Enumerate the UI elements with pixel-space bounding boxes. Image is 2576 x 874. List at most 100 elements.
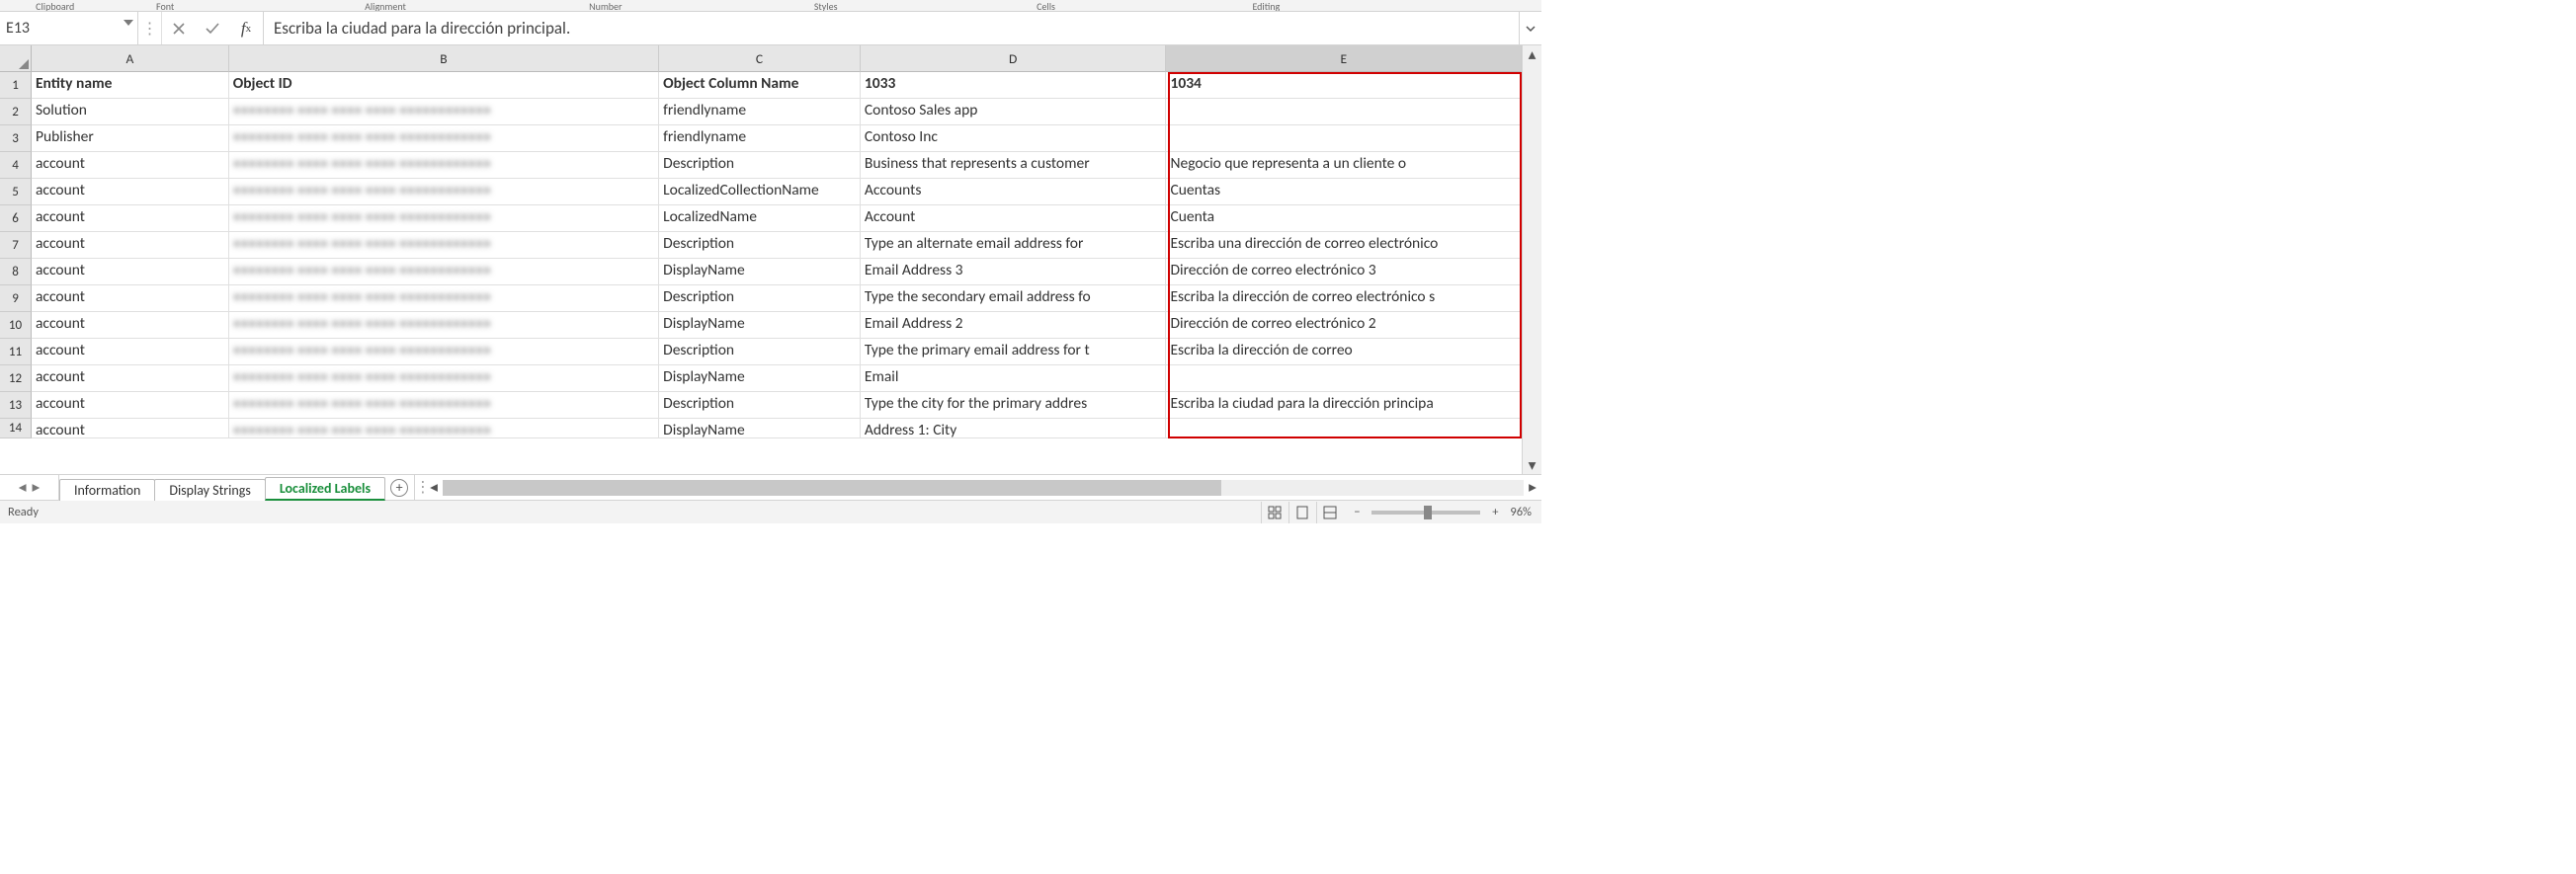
cell[interactable]: 1034: [1166, 72, 1522, 99]
cell[interactable]: •••••••• •••• •••• •••• ••••••••••••: [229, 259, 659, 285]
name-box-resize-handle[interactable]: ⋮: [138, 12, 162, 44]
cell[interactable]: Dirección de correo electrónico 3: [1166, 259, 1522, 285]
cell[interactable]: Type the secondary email address fo: [861, 285, 1167, 312]
cell[interactable]: •••••••• •••• •••• •••• ••••••••••••: [229, 152, 659, 179]
cell[interactable]: DisplayName: [659, 312, 861, 339]
cell[interactable]: account: [32, 232, 229, 259]
cell[interactable]: Negocio que representa a un cliente o: [1166, 152, 1522, 179]
row-number[interactable]: 4: [0, 152, 32, 179]
cell[interactable]: •••••••• •••• •••• •••• ••••••••••••: [229, 392, 659, 419]
cell[interactable]: 1033: [861, 72, 1167, 99]
row-number[interactable]: 12: [0, 365, 32, 392]
cell[interactable]: •••••••• •••• •••• •••• ••••••••••••: [229, 125, 659, 152]
zoom-in-button[interactable]: +: [1488, 505, 1502, 519]
cell[interactable]: Description: [659, 232, 861, 259]
row-number[interactable]: 9: [0, 285, 32, 312]
column-header[interactable]: B: [229, 45, 659, 72]
cell[interactable]: Address 1: City: [861, 419, 1167, 438]
cell[interactable]: Email Address 3: [861, 259, 1167, 285]
zoom-slider[interactable]: [1371, 511, 1480, 515]
row-number[interactable]: 3: [0, 125, 32, 152]
cell[interactable]: LocalizedCollectionName: [659, 179, 861, 205]
cell[interactable]: [1166, 99, 1522, 125]
cell[interactable]: Escriba la dirección de correo: [1166, 339, 1522, 365]
row-number[interactable]: 7: [0, 232, 32, 259]
cell[interactable]: DisplayName: [659, 419, 861, 438]
spreadsheet-grid[interactable]: 1 2 3 4 5 6 7 8 9 10 11 12 13 14 A B C D…: [0, 45, 1541, 474]
sheet-tab-information[interactable]: Information: [59, 479, 155, 501]
cell[interactable]: •••••••• •••• •••• •••• ••••••••••••: [229, 339, 659, 365]
scroll-down-button[interactable]: ▾: [1523, 456, 1541, 474]
cell[interactable]: Cuentas: [1166, 179, 1522, 205]
cell[interactable]: Escriba una dirección de correo electrón…: [1166, 232, 1522, 259]
cell[interactable]: account: [32, 365, 229, 392]
cell[interactable]: •••••••• •••• •••• •••• ••••••••••••: [229, 365, 659, 392]
cell[interactable]: Dirección de correo electrónico 2: [1166, 312, 1522, 339]
cell[interactable]: account: [32, 285, 229, 312]
sheet-tab-display-strings[interactable]: Display Strings: [154, 479, 265, 501]
cell[interactable]: account: [32, 205, 229, 232]
cell[interactable]: account: [32, 392, 229, 419]
scroll-up-button[interactable]: ▴: [1523, 45, 1541, 63]
cell[interactable]: Description: [659, 152, 861, 179]
cell[interactable]: Account: [861, 205, 1167, 232]
select-all-corner[interactable]: [0, 45, 32, 72]
view-normal-button[interactable]: [1261, 502, 1287, 523]
formula-bar-input[interactable]: Escriba la ciudad para la dirección prin…: [264, 12, 1520, 44]
cell[interactable]: account: [32, 312, 229, 339]
row-number[interactable]: 11: [0, 339, 32, 365]
cell[interactable]: •••••••• •••• •••• •••• ••••••••••••: [229, 232, 659, 259]
insert-function-button[interactable]: fx: [229, 12, 263, 44]
cell[interactable]: Email: [861, 365, 1167, 392]
cell[interactable]: •••••••• •••• •••• •••• ••••••••••••: [229, 312, 659, 339]
cell[interactable]: •••••••• •••• •••• •••• ••••••••••••: [229, 205, 659, 232]
cell[interactable]: Email Address 2: [861, 312, 1167, 339]
cell[interactable]: Type an alternate email address for: [861, 232, 1167, 259]
name-box[interactable]: E13: [0, 12, 138, 44]
cell[interactable]: account: [32, 419, 229, 438]
cell[interactable]: account: [32, 152, 229, 179]
row-number[interactable]: 5: [0, 179, 32, 205]
cell[interactable]: Solution: [32, 99, 229, 125]
cell[interactable]: Description: [659, 285, 861, 312]
cell[interactable]: Accounts: [861, 179, 1167, 205]
column-header[interactable]: A: [32, 45, 229, 72]
row-number[interactable]: 13: [0, 392, 32, 419]
cancel-button[interactable]: [162, 12, 196, 44]
cell[interactable]: DisplayName: [659, 365, 861, 392]
row-number[interactable]: 10: [0, 312, 32, 339]
cell[interactable]: Description: [659, 339, 861, 365]
cell[interactable]: [1166, 125, 1522, 152]
cell[interactable]: [1166, 365, 1522, 392]
scrollbar-thumb[interactable]: [443, 480, 1221, 496]
row-number[interactable]: 8: [0, 259, 32, 285]
zoom-level[interactable]: 96%: [1510, 505, 1532, 519]
cell[interactable]: Contoso Sales app: [861, 99, 1167, 125]
sheet-tab-localized-labels[interactable]: Localized Labels: [265, 477, 385, 501]
zoom-out-button[interactable]: −: [1350, 505, 1364, 519]
scrollbar-resize-handle[interactable]: ⋮: [415, 478, 425, 497]
cell[interactable]: Cuenta: [1166, 205, 1522, 232]
cell[interactable]: Escriba la ciudad para la dirección prin…: [1166, 392, 1522, 419]
vertical-scrollbar[interactable]: ▴ ▾: [1522, 45, 1541, 474]
cell[interactable]: account: [32, 259, 229, 285]
cell[interactable]: Object ID: [229, 72, 659, 99]
cell[interactable]: Escriba la dirección de correo electróni…: [1166, 285, 1522, 312]
column-header[interactable]: C: [659, 45, 861, 72]
cell[interactable]: Description: [659, 392, 861, 419]
cell[interactable]: Type the primary email address for t: [861, 339, 1167, 365]
cell[interactable]: friendlyname: [659, 125, 861, 152]
view-page-break-button[interactable]: [1316, 502, 1342, 523]
row-number[interactable]: 1: [0, 72, 32, 99]
cell[interactable]: Object Column Name: [659, 72, 861, 99]
cell[interactable]: •••••••• •••• •••• •••• ••••••••••••: [229, 419, 659, 438]
cell[interactable]: Business that represents a customer: [861, 152, 1167, 179]
column-header[interactable]: E: [1166, 45, 1522, 72]
cell[interactable]: account: [32, 179, 229, 205]
scroll-left-button[interactable]: ◂: [425, 478, 443, 497]
row-number[interactable]: 6: [0, 205, 32, 232]
view-page-layout-button[interactable]: [1288, 502, 1314, 523]
cell[interactable]: •••••••• •••• •••• •••• ••••••••••••: [229, 179, 659, 205]
new-sheet-button[interactable]: +: [384, 475, 414, 500]
cell[interactable]: Entity name: [32, 72, 229, 99]
